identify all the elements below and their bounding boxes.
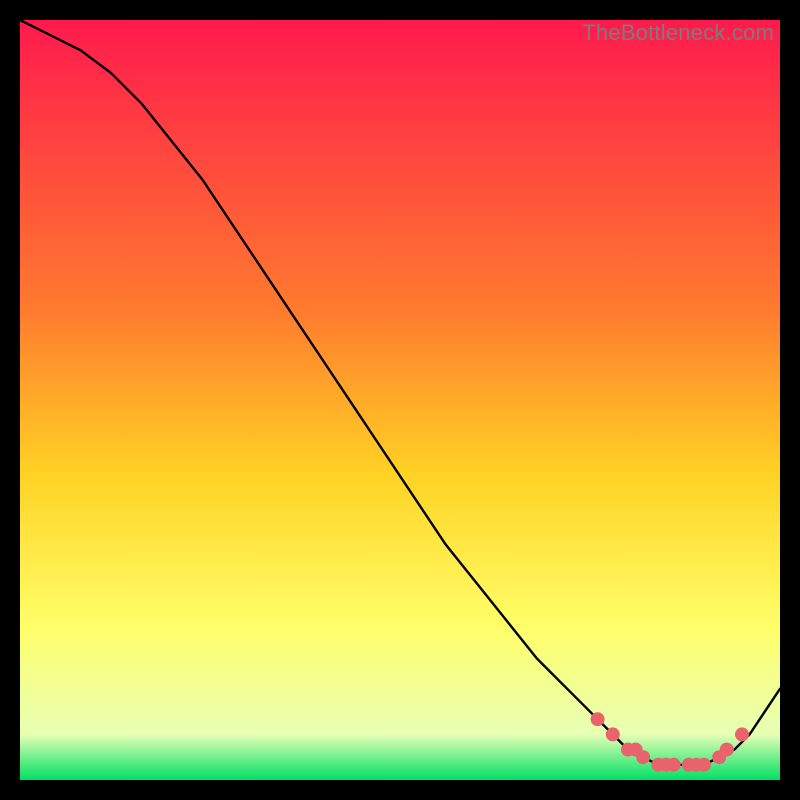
chart-svg [20, 20, 780, 780]
chart-background [20, 20, 780, 780]
marker-dot [667, 758, 681, 772]
watermark-text: TheBottleneck.com [582, 20, 774, 46]
chart-frame: TheBottleneck.com [20, 20, 780, 780]
marker-dot [636, 750, 650, 764]
marker-dot [606, 727, 620, 741]
marker-dot [720, 743, 734, 757]
marker-dot [697, 758, 711, 772]
marker-dot [735, 727, 749, 741]
marker-dot [591, 712, 605, 726]
